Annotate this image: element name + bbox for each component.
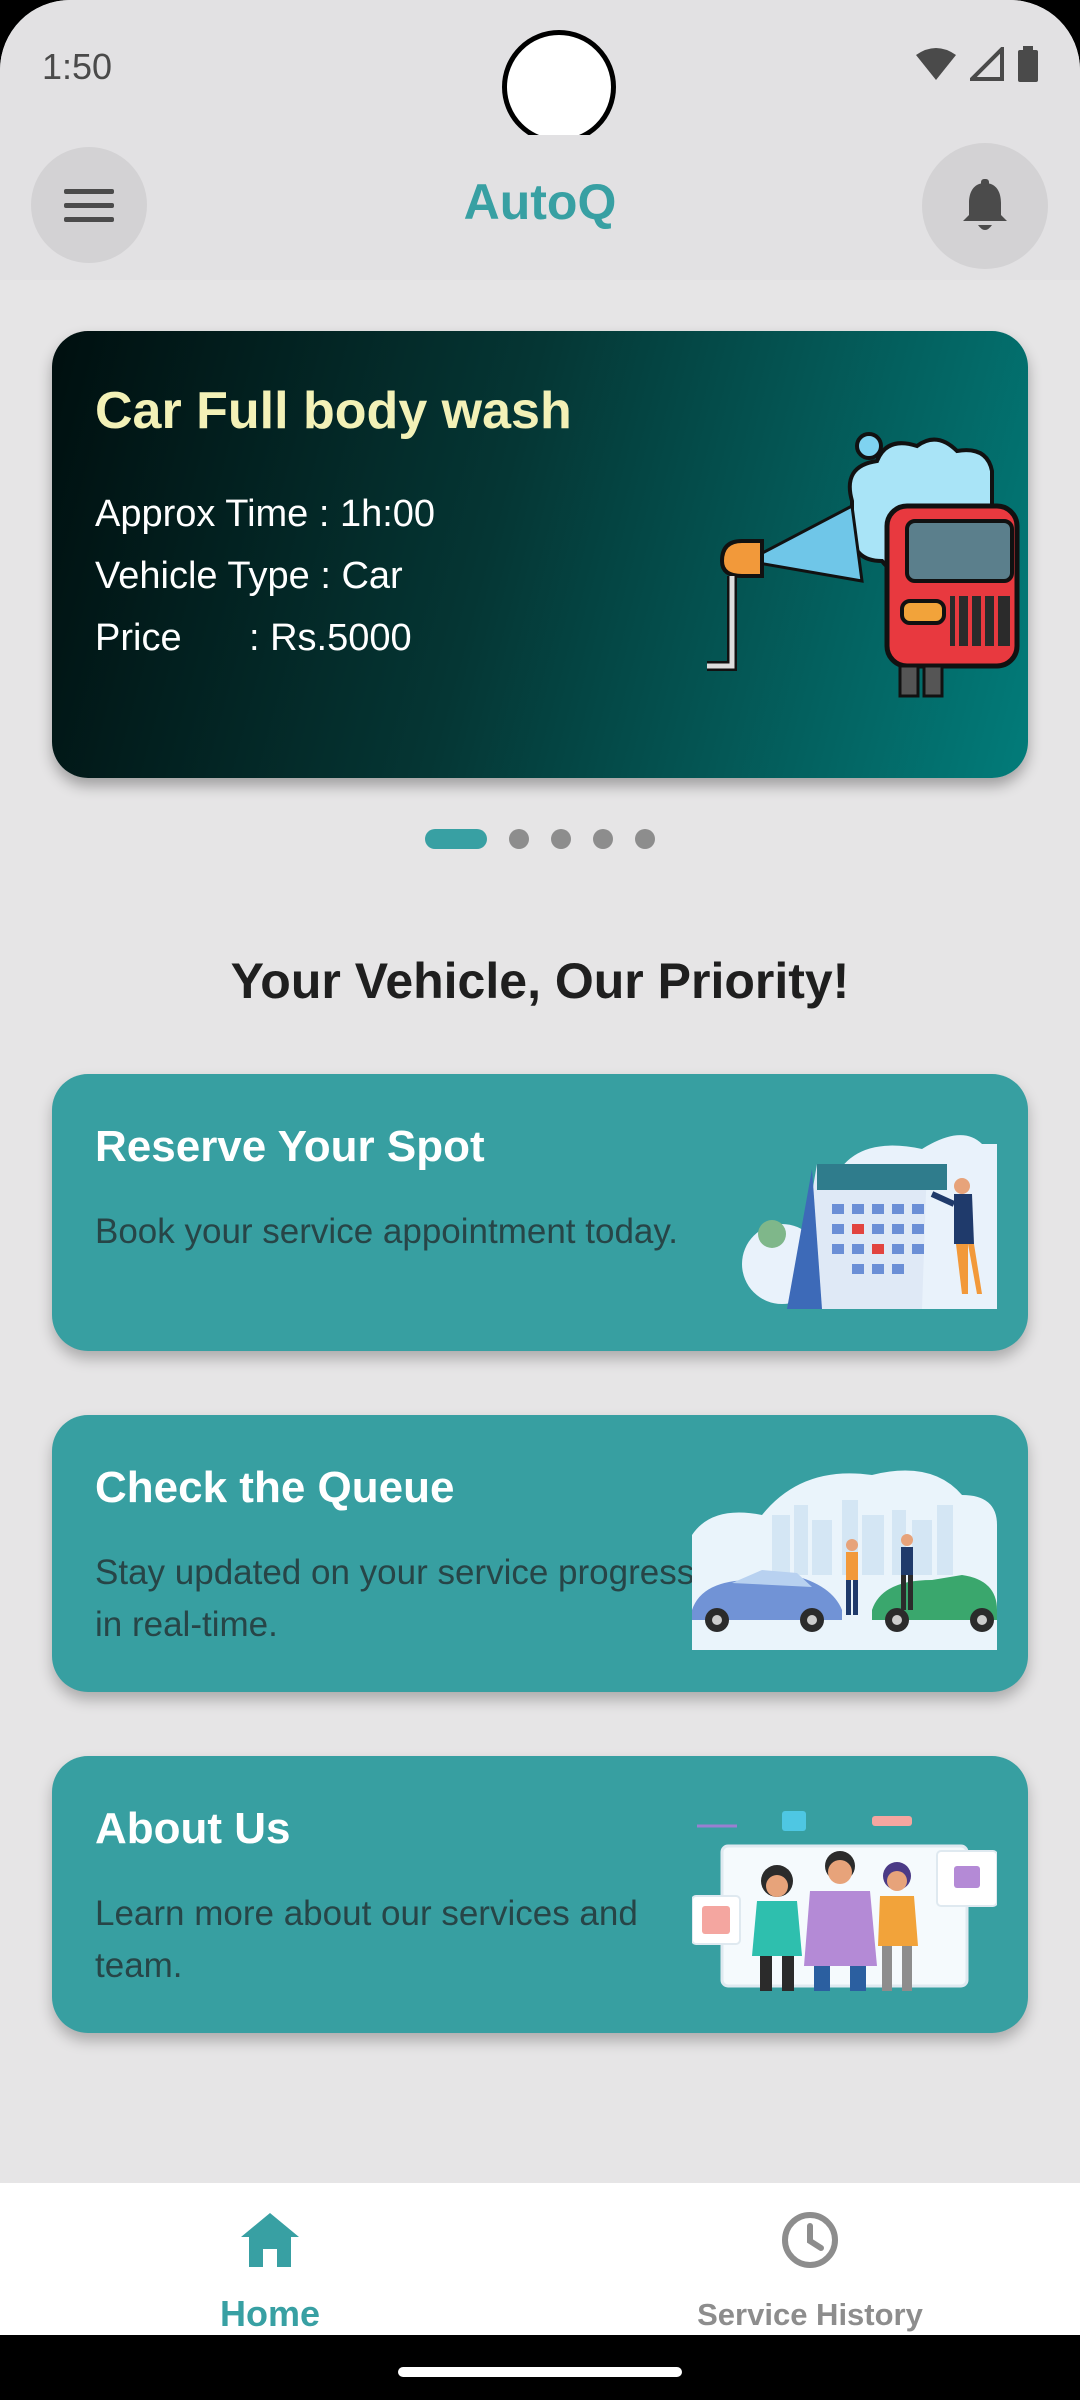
status-time: 1:50: [42, 46, 113, 87]
home-icon: [241, 2213, 299, 2267]
clock-icon: [782, 2212, 838, 2268]
carousel-dot[interactable]: [509, 829, 529, 849]
carousel-dot[interactable]: [635, 829, 655, 849]
nav-home[interactable]: Home: [0, 2183, 540, 2335]
car-wash-illustration: [707, 432, 1020, 698]
nav-service-history[interactable]: Service History: [540, 2183, 1080, 2335]
notifications-button[interactable]: [922, 143, 1048, 269]
card-description: Book your service appointment today.: [95, 1212, 679, 1251]
carousel-indicator: [0, 829, 1080, 849]
service-carousel-card[interactable]: Car Full body wash Approx Time : 1h:00 V…: [52, 331, 1028, 778]
signal-icon: [970, 47, 1004, 81]
gesture-area: [0, 2335, 1080, 2400]
approx-time: Approx Time : 1h:00: [95, 493, 436, 535]
section-heading: Your Vehicle, Our Priority!: [230, 953, 850, 1009]
carousel-dot-active[interactable]: [425, 829, 487, 849]
wifi-icon: [916, 48, 956, 80]
reserve-spot-card[interactable]: Reserve Your Spot Book your service appo…: [52, 1074, 1028, 1351]
nav-service-history-label: Service History: [697, 2297, 923, 2332]
card-description: Stay updated on your service progress in…: [95, 1553, 695, 1644]
card-description: Learn more about our services and team.: [95, 1894, 638, 1985]
status-bar: 1:50: [0, 0, 1080, 144]
app-title: AutoQ: [463, 174, 617, 230]
price-value: : Rs.5000: [249, 617, 412, 659]
price-label: Price: [95, 617, 182, 659]
team-illustration: [692, 1811, 997, 1991]
bottom-navigation: Home Service History: [0, 2183, 1080, 2335]
battery-icon: [1018, 46, 1038, 82]
app-bar: AutoQ: [0, 135, 1080, 280]
status-icons: [916, 46, 1038, 82]
calendar-illustration: [742, 1135, 997, 1309]
queue-illustration: [692, 1470, 997, 1650]
check-queue-card[interactable]: Check the Queue Stay updated on your ser…: [52, 1415, 1028, 1692]
carousel-dot[interactable]: [593, 829, 613, 849]
service-title: Car Full body wash: [95, 382, 572, 440]
about-us-card[interactable]: About Us Learn more about our services a…: [52, 1756, 1028, 2033]
card-title: About Us: [95, 1804, 291, 1853]
screen: 1:50 AutoQ Car Full body wash Approx Tim…: [0, 0, 1080, 2400]
bell-icon: [963, 179, 1007, 230]
card-title: Reserve Your Spot: [95, 1122, 485, 1171]
vehicle-type: Vehicle Type : Car: [95, 555, 403, 597]
carousel-dot[interactable]: [551, 829, 571, 849]
card-title: Check the Queue: [95, 1463, 455, 1512]
nav-home-label: Home: [219, 2293, 321, 2334]
front-camera: [502, 30, 616, 144]
home-gesture-bar[interactable]: [398, 2367, 682, 2377]
